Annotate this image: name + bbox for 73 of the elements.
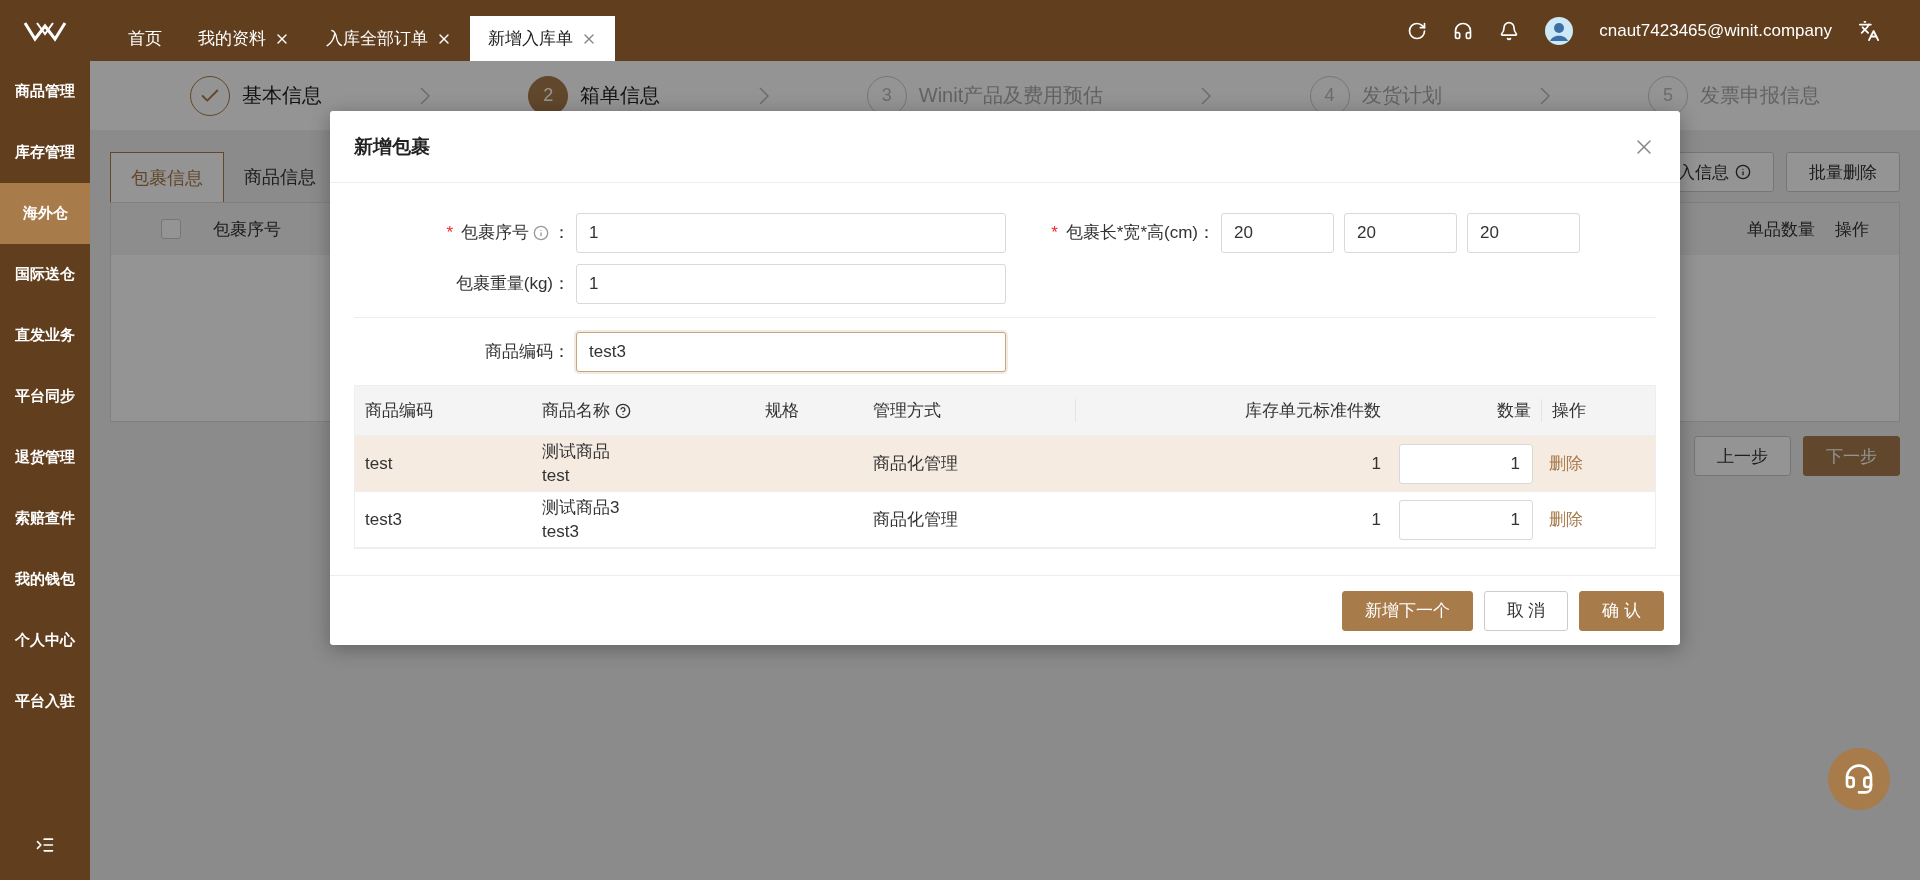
input-field[interactable]: 1 — [576, 212, 1006, 253]
chevron-icon — [1199, 85, 1214, 106]
quantity-field[interactable]: 1 — [1399, 443, 1533, 484]
sidebar-item[interactable]: 退货管理 — [0, 427, 90, 488]
column-header: 管理方式 — [872, 400, 942, 422]
table-cell-text: 商品化管理 — [872, 509, 959, 531]
headphones-icon[interactable] — [1453, 20, 1474, 41]
required-mark: * — [1051, 222, 1058, 243]
chevron-icon — [418, 85, 433, 106]
checkbox[interactable] — [161, 219, 181, 239]
translate-icon[interactable] — [1858, 19, 1880, 42]
add-next-button[interactable]: 新增下一个 — [1341, 590, 1473, 631]
batch-delete-button[interactable]: 批量删除 — [1786, 152, 1900, 192]
headset-icon — [1843, 763, 1875, 795]
sidebar-item[interactable]: 我的钱包 — [0, 549, 90, 610]
nav-tab[interactable]: 新增入库单 — [470, 16, 615, 61]
delete-link[interactable]: 删除 — [1541, 510, 1591, 529]
table-cell-text: 1 — [1370, 453, 1382, 474]
nav-tab[interactable]: 首页 — [110, 16, 180, 61]
info-icon — [533, 224, 549, 241]
table-cell-text: 1 — [1370, 509, 1382, 530]
sidebar-item[interactable]: 个人中心 — [0, 610, 90, 671]
column-header: 操作 — [1541, 399, 1642, 422]
table-cell-text: test — [364, 453, 394, 474]
column-header: 单品数量 — [1746, 218, 1816, 241]
sidebar-item[interactable]: 平台入驻 — [0, 671, 90, 732]
table-cell-text: test3 — [364, 509, 403, 530]
sidebar-item[interactable]: 海外仓 — [0, 183, 90, 244]
nav-tab[interactable]: 我的资料 — [180, 16, 308, 61]
quantity-field[interactable]: 1 — [1399, 499, 1533, 540]
sidebar-item[interactable]: 商品管理 — [0, 61, 90, 122]
confirm-button[interactable]: 确 认 — [1579, 590, 1664, 631]
input-field[interactable]: test3 — [576, 331, 1006, 372]
field-label: 商品编码： — [485, 341, 570, 363]
column-header: 商品名称 — [532, 399, 755, 422]
table-cell-text: 测试商品3 test3 — [541, 496, 621, 543]
nav-tab[interactable]: 入库全部订单 — [308, 16, 470, 61]
table-cell-text: 测试商品 test — [541, 440, 611, 487]
input-field[interactable]: 20 — [1221, 212, 1334, 253]
avatar-icon — [1545, 16, 1574, 45]
sidebar-item[interactable]: 国际送仓 — [0, 244, 90, 305]
sidebar-item[interactable]: 平台同步 — [0, 366, 90, 427]
input-field[interactable]: 20 — [1344, 212, 1457, 253]
column-header: 规格 — [764, 400, 800, 422]
chevron-icon — [1537, 85, 1552, 106]
bell-icon[interactable] — [1499, 20, 1520, 41]
label-colon: ： — [553, 222, 570, 244]
sidebar-item[interactable]: 库存管理 — [0, 122, 90, 183]
input-field[interactable]: 20 — [1467, 212, 1580, 253]
sidebar-item[interactable]: 直发业务 — [0, 305, 90, 366]
cancel-button[interactable]: 取 消 — [1483, 590, 1569, 631]
refresh-icon[interactable] — [1407, 20, 1428, 41]
dialog-title: 新增包裹 — [354, 134, 430, 159]
menu-icon[interactable] — [35, 835, 55, 855]
column-header: 操作 — [1834, 218, 1870, 241]
info-icon — [1735, 164, 1751, 180]
field-label: 包裹长*宽*高(cm)： — [1065, 222, 1215, 244]
step-label: 箱单信息 — [580, 83, 661, 108]
help-icon — [615, 402, 631, 419]
column-header: 库存单元标准件数 — [1075, 399, 1391, 422]
field-label: 包裹重量(kg)： — [455, 273, 570, 295]
column-header: 数量 — [1496, 400, 1532, 422]
column-header: 商品编码 — [364, 400, 434, 422]
input-field[interactable]: 1 — [576, 263, 1006, 304]
sidebar-item[interactable]: 索赔查件 — [0, 488, 90, 549]
table-cell-text: 商品化管理 — [872, 453, 959, 475]
chevron-icon — [756, 85, 771, 106]
required-mark: * — [446, 222, 453, 243]
previous-button[interactable]: 上一步 — [1694, 436, 1791, 476]
label-text: 包裹序号 — [461, 222, 529, 244]
step-label: 基本信息 — [242, 83, 322, 108]
user-email[interactable]: cnaut7423465@winit.company — [1599, 20, 1832, 41]
column-header: 包裹序号 — [212, 218, 282, 241]
